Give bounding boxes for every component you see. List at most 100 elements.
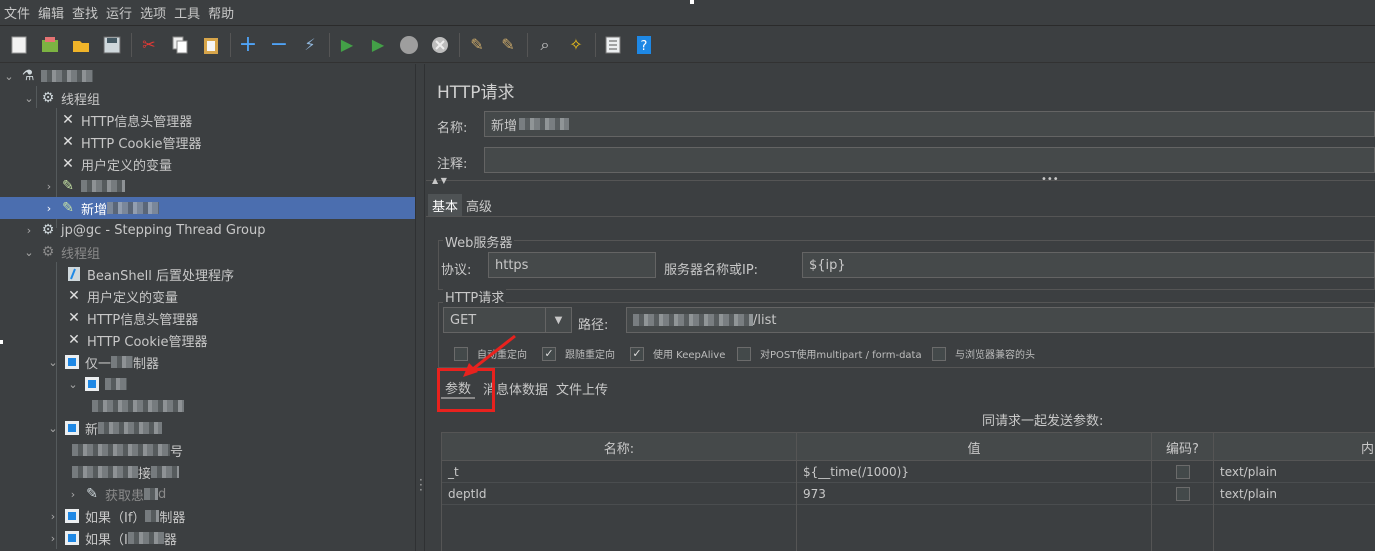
menu-file[interactable]: 文件: [4, 3, 30, 22]
templates-icon[interactable]: [38, 33, 62, 57]
keepalive-checkbox[interactable]: ✓ 使用 KeepAlive: [630, 346, 725, 361]
tab-basic[interactable]: 基本: [428, 194, 463, 216]
column-header-encode[interactable]: 编码?: [1152, 433, 1214, 461]
splitter-grip-icon[interactable]: · · ·: [419, 474, 423, 496]
copy-icon[interactable]: [168, 33, 192, 57]
search-icon[interactable]: ⌕: [533, 33, 557, 57]
chevron-right-icon[interactable]: ›: [22, 224, 36, 237]
param-type-cell[interactable]: text/plain: [1214, 461, 1375, 483]
tab-advanced[interactable]: 高级: [462, 194, 496, 216]
comment-label: 注释:: [437, 157, 468, 172]
tree-item-test-plan[interactable]: ⌄ ⚗: [0, 65, 415, 87]
param-encode-cell[interactable]: [1152, 461, 1214, 483]
tree-item-stepping-thread-group[interactable]: › ⚙ jp@gc - Stepping Thread Group: [0, 219, 415, 241]
chevron-right-icon[interactable]: ›: [42, 180, 56, 193]
tree-item-redacted[interactable]: 号: [0, 439, 415, 461]
tree-item-beanshell[interactable]: BeanShell 后置处理程序: [0, 263, 415, 285]
function-helper-icon[interactable]: [601, 33, 625, 57]
tree-item-sampler[interactable]: › ✎: [0, 175, 415, 197]
checkbox-box[interactable]: ✓: [542, 346, 556, 361]
checkbox-box[interactable]: ✓: [630, 346, 644, 361]
open-icon[interactable]: [69, 33, 93, 57]
chevron-down-icon[interactable]: ⌄: [2, 70, 16, 83]
new-icon[interactable]: [7, 33, 31, 57]
tree-item-controller-child[interactable]: ⌄: [0, 373, 415, 395]
protocol-field[interactable]: https: [488, 252, 656, 278]
path-field[interactable]: /list: [626, 307, 1375, 333]
tab-file-upload[interactable]: 文件上传: [552, 377, 612, 399]
shutdown-icon[interactable]: [428, 33, 452, 57]
menu-tools[interactable]: 工具: [174, 3, 200, 22]
column-header-content-type[interactable]: 内: [1214, 433, 1375, 461]
checkbox-box[interactable]: [737, 346, 751, 361]
tree-item-transaction[interactable]: ⌄ 新: [0, 417, 415, 439]
start-icon[interactable]: ▶: [335, 33, 359, 57]
tree-item-once-only-controller[interactable]: ⌄ 仅一 制器: [0, 351, 415, 373]
chevron-down-icon[interactable]: ⌄: [46, 422, 60, 435]
param-value-cell[interactable]: ${__time(/1000)}: [797, 461, 1152, 483]
start-no-pause-icon[interactable]: ▶: [366, 33, 390, 57]
toggle-icon[interactable]: ⚡: [298, 33, 322, 57]
tree-item-label: 线程组: [61, 92, 101, 108]
chevron-right-icon[interactable]: ›: [66, 488, 80, 501]
comment-field[interactable]: [484, 147, 1375, 173]
chevron-down-icon[interactable]: ⌄: [22, 246, 36, 259]
param-type-cell[interactable]: text/plain: [1214, 483, 1375, 505]
divider-grip-icon[interactable]: •••: [1041, 174, 1059, 185]
tree-item-redacted[interactable]: 接: [0, 461, 415, 483]
menu-help[interactable]: 帮助: [208, 3, 234, 22]
encode-checkbox[interactable]: [1175, 465, 1190, 479]
tree-item-sampler-selected[interactable]: › ✎ 新增: [0, 197, 415, 219]
collapse-arrows-icon[interactable]: ▲ ▼: [432, 176, 447, 185]
tree-item-header-manager[interactable]: ✕ HTTP信息头管理器: [0, 109, 415, 131]
param-name-cell[interactable]: _t: [442, 461, 797, 483]
tree-item-label: 新增: [81, 202, 108, 218]
column-header-name[interactable]: 名称:: [442, 433, 797, 461]
redacted-text: [151, 466, 180, 478]
tree-item-get-patient[interactable]: › ✎ 获取患 d: [0, 483, 415, 505]
reset-search-icon[interactable]: ✧: [564, 33, 588, 57]
name-field[interactable]: 新增: [484, 111, 1375, 137]
table-row[interactable]: _t ${__time(/1000)} text/plain: [442, 461, 1375, 483]
tree-item-thread-group[interactable]: ⌄ ⚙ 线程组: [0, 87, 415, 109]
multipart-checkbox[interactable]: 对POST使用multipart / form-data: [737, 346, 922, 361]
column-header-value[interactable]: 值: [797, 433, 1152, 461]
tree-item-if-controller[interactable]: › 如果（I 器: [0, 527, 415, 549]
expand-icon[interactable]: +: [236, 32, 260, 57]
chevron-down-icon[interactable]: ⌄: [66, 378, 80, 391]
tree-item-cookie-manager[interactable]: ✕ HTTP Cookie管理器: [0, 329, 415, 351]
tree-item-user-variables[interactable]: ✕ 用户定义的变量: [0, 285, 415, 307]
browser-headers-checkbox[interactable]: 与浏览器兼容的头: [932, 346, 1035, 361]
follow-redirects-checkbox[interactable]: ✓ 跟随重定向: [542, 346, 615, 361]
menu-edit[interactable]: 编辑: [38, 3, 64, 22]
save-icon[interactable]: [100, 33, 124, 57]
checkbox-box[interactable]: [932, 346, 946, 361]
chevron-down-icon[interactable]: ⌄: [22, 92, 36, 105]
tree-item-cookie-manager[interactable]: ✕ HTTP Cookie管理器: [0, 131, 415, 153]
paste-icon[interactable]: [199, 33, 223, 57]
tree-item-thread-group-disabled[interactable]: ⌄ ⚙ 线程组: [0, 241, 415, 263]
server-field[interactable]: ${ip}: [802, 252, 1375, 278]
collapse-icon[interactable]: −: [267, 32, 291, 57]
tree-item-header-manager[interactable]: ✕ HTTP信息头管理器: [0, 307, 415, 329]
help-icon[interactable]: ?: [632, 33, 656, 57]
chevron-down-icon[interactable]: ▼: [545, 308, 571, 332]
clear-icon[interactable]: ✎: [465, 33, 489, 57]
chevron-right-icon[interactable]: ›: [46, 532, 60, 545]
menu-options[interactable]: 选项: [140, 3, 166, 22]
chevron-right-icon[interactable]: ›: [42, 202, 56, 215]
collapse-divider[interactable]: [426, 180, 1375, 181]
chevron-right-icon[interactable]: ›: [46, 510, 60, 523]
tree-item-if-controller[interactable]: › 如果（If） 制器: [0, 505, 415, 527]
clear-all-icon[interactable]: ✎: [496, 33, 520, 57]
test-plan-tree[interactable]: ⌄ ⚗ ⌄ ⚙ 线程组 ✕ HTTP信息头管理器 ✕ HTTP Cookie管理…: [0, 64, 415, 551]
tree-item-redacted[interactable]: [0, 395, 415, 417]
cut-icon[interactable]: ✂: [137, 33, 161, 57]
tree-item-user-variables[interactable]: ✕ 用户定义的变量: [0, 153, 415, 175]
menu-run[interactable]: 运行: [106, 3, 132, 22]
menu-search[interactable]: 查找: [72, 3, 98, 22]
params-table[interactable]: 名称: 值 编码? 内 _t ${__time(/1000)} text/pla…: [441, 432, 1375, 551]
stop-icon[interactable]: [397, 33, 421, 57]
chevron-down-icon[interactable]: ⌄: [46, 356, 60, 369]
tree-item-label: BeanShell 后置处理程序: [87, 268, 234, 284]
